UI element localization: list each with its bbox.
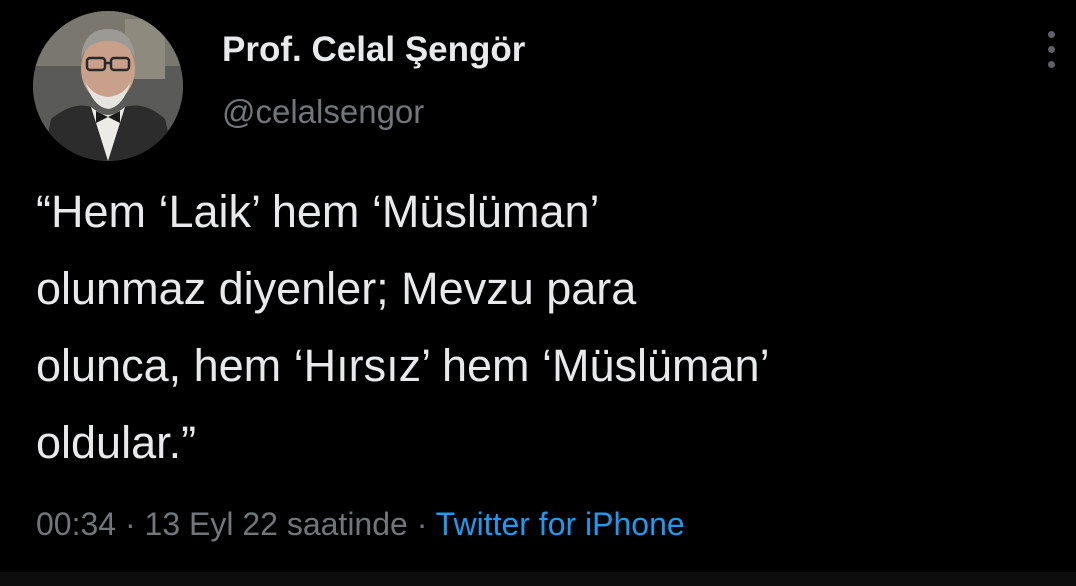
more-dot bbox=[1048, 46, 1055, 53]
tweet-time[interactable]: 00:34 bbox=[36, 506, 116, 542]
tweet-text: “Hem ‘Laik’ hem ‘Müslüman’ olunmaz diyen… bbox=[36, 186, 770, 468]
meta-separator: · bbox=[116, 506, 145, 542]
avatar[interactable] bbox=[33, 11, 183, 161]
meta-separator: · bbox=[407, 506, 436, 542]
vertical-ellipsis-icon[interactable] bbox=[1042, 28, 1062, 72]
tweet-source-link[interactable]: Twitter for iPhone bbox=[436, 506, 685, 542]
tweet-date[interactable]: 13 Eyl 22 saatinde bbox=[145, 506, 408, 542]
tweet-card: Prof. Celal Şengör @celalsengor “Hem ‘La… bbox=[0, 0, 1076, 586]
more-dot bbox=[1048, 61, 1055, 68]
divider bbox=[0, 572, 1076, 586]
author-handle[interactable]: @celalsengor bbox=[222, 93, 424, 131]
tweet-metadata: 00:34 · 13 Eyl 22 saatinde · Twitter for… bbox=[36, 506, 685, 543]
avatar-photo-icon bbox=[33, 11, 183, 161]
more-dot bbox=[1048, 31, 1055, 38]
author-display-name[interactable]: Prof. Celal Şengör bbox=[222, 30, 525, 70]
